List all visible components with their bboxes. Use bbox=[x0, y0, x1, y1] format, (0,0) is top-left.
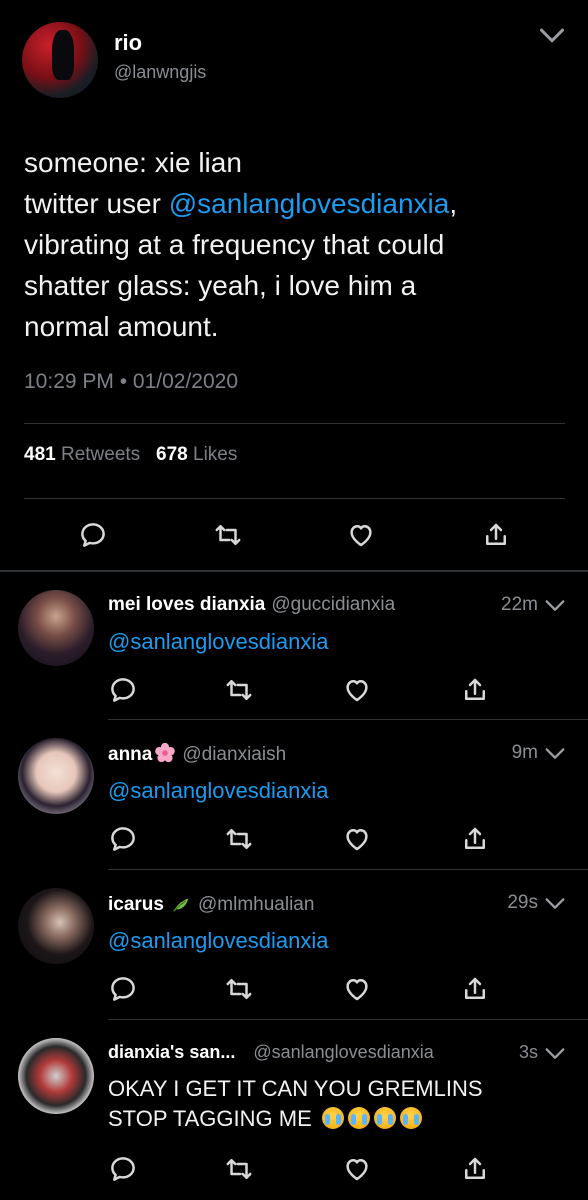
reply-author-name[interactable]: icarus bbox=[108, 894, 164, 915]
share-icon[interactable] bbox=[460, 675, 490, 705]
author-handle[interactable]: @lanwngjis bbox=[114, 62, 206, 83]
retweet-icon[interactable] bbox=[224, 974, 254, 1004]
loudly-crying-face-emoji bbox=[347, 1107, 370, 1129]
reply-text: @sanlanglovesdianxia bbox=[108, 776, 328, 806]
tweet-line-text: shatter glass: yeah, i love him a bbox=[24, 270, 417, 301]
reply-author-name[interactable]: dianxia's san... bbox=[108, 1042, 235, 1062]
like-icon[interactable] bbox=[342, 675, 372, 705]
retweets-count[interactable]: 481 bbox=[24, 444, 56, 465]
tweet-line: vibrating at a frequency that could bbox=[24, 224, 564, 265]
main-tweet: rio @lanwngjis someone: xie lian twitter… bbox=[0, 0, 588, 570]
reply-icon[interactable] bbox=[108, 974, 138, 1004]
reply-text-line-text: STOP TAGGING ME bbox=[108, 1106, 312, 1131]
chevron-down-icon[interactable] bbox=[544, 896, 566, 912]
like-icon[interactable] bbox=[342, 974, 372, 1004]
tweet-timestamp: 10:29 PM • 01/02/2020 bbox=[24, 370, 239, 393]
reply-author-name[interactable]: anna bbox=[108, 744, 152, 765]
likes-label[interactable]: Likes bbox=[193, 444, 237, 465]
cherry-blossom-icon bbox=[155, 742, 176, 763]
reply-actions bbox=[0, 824, 588, 854]
share-icon[interactable] bbox=[460, 824, 490, 854]
like-icon[interactable] bbox=[342, 1154, 372, 1184]
loudly-crying-face-emoji bbox=[321, 1107, 344, 1129]
tweet-line-text: vibrating at a frequency that could bbox=[24, 229, 445, 260]
mention-link[interactable]: @sanlanglovesdianxia bbox=[169, 188, 450, 219]
mention-link[interactable]: @sanlanglovesdianxia bbox=[108, 928, 328, 953]
retweets-label[interactable]: Retweets bbox=[61, 444, 140, 465]
tweet-text: someone: xie lian twitter user @sanlangl… bbox=[24, 142, 564, 347]
reply-text-line: STOP TAGGING ME bbox=[108, 1104, 568, 1134]
herb-leaf-icon bbox=[173, 898, 189, 912]
tweet-line: someone: xie lian bbox=[24, 142, 564, 183]
reply-tweet[interactable]: icarus @mlmhualian 29s @sanlanglovesdianx… bbox=[0, 870, 588, 1020]
tweet-line: shatter glass: yeah, i love him a bbox=[24, 265, 564, 306]
tweet-actions bbox=[0, 520, 588, 550]
likes-count[interactable]: 678 bbox=[156, 444, 188, 465]
tweet-line-text: , bbox=[449, 188, 458, 219]
reply-author-name[interactable]: mei loves dianxia bbox=[108, 594, 265, 615]
reply-text: @sanlanglovesdianxia bbox=[108, 627, 328, 657]
avatar[interactable] bbox=[22, 22, 98, 98]
like-icon[interactable] bbox=[342, 824, 372, 854]
divider bbox=[24, 498, 565, 499]
mention-link[interactable]: @sanlanglovesdianxia bbox=[108, 629, 328, 654]
avatar[interactable] bbox=[18, 738, 94, 814]
avatar[interactable] bbox=[18, 888, 94, 964]
reply-author-handle[interactable]: @guccidianxia bbox=[271, 594, 395, 615]
reply-time: 29s bbox=[507, 892, 538, 913]
retweet-icon[interactable] bbox=[224, 824, 254, 854]
avatar[interactable] bbox=[18, 1038, 94, 1114]
share-icon[interactable] bbox=[460, 1154, 490, 1184]
share-icon[interactable] bbox=[481, 520, 511, 550]
tweet-stats: 481 Retweets 678 Likes bbox=[24, 444, 237, 466]
reply-icon[interactable] bbox=[78, 520, 108, 550]
retweet-icon[interactable] bbox=[224, 1154, 254, 1184]
reply-header: anna @dianxiaish bbox=[108, 742, 286, 766]
divider bbox=[24, 423, 565, 424]
reply-icon[interactable] bbox=[108, 675, 138, 705]
tweet-line: normal amount. bbox=[24, 306, 564, 347]
loudly-crying-face-emoji bbox=[399, 1107, 422, 1129]
reply-text: OKAY I GET IT CAN YOU GREMLINS STOP TAGG… bbox=[108, 1074, 568, 1134]
reply-actions bbox=[0, 675, 588, 705]
chevron-down-icon[interactable] bbox=[538, 26, 566, 46]
reply-icon[interactable] bbox=[108, 1154, 138, 1184]
chevron-down-icon[interactable] bbox=[544, 1046, 566, 1062]
reply-tweet[interactable]: dianxia's san... @sanlanglovesdianxia 3s … bbox=[0, 1020, 588, 1200]
loudly-crying-face-emoji bbox=[373, 1107, 396, 1129]
chevron-down-icon[interactable] bbox=[544, 598, 566, 614]
reply-author-handle[interactable]: @sanlanglovesdianxia bbox=[253, 1042, 433, 1062]
retweet-icon[interactable] bbox=[224, 675, 254, 705]
chevron-down-icon[interactable] bbox=[544, 746, 566, 762]
tweet-line-text: someone: xie lian bbox=[24, 147, 242, 178]
author-name[interactable]: rio bbox=[114, 30, 142, 56]
reply-time: 22m bbox=[501, 594, 538, 615]
reply-time: 3s bbox=[518, 1042, 538, 1062]
share-icon[interactable] bbox=[460, 974, 490, 1004]
reply-text-line: OKAY I GET IT CAN YOU GREMLINS bbox=[108, 1076, 483, 1101]
reply-tweet[interactable]: mei loves dianxia @guccidianxia 22m @sanl… bbox=[0, 572, 588, 720]
tweet-line-text: twitter user bbox=[24, 188, 169, 219]
reply-header: icarus @mlmhualian bbox=[108, 892, 314, 916]
reply-header: dianxia's san... @sanlanglovesdianxia bbox=[108, 1042, 434, 1063]
like-icon[interactable] bbox=[346, 520, 376, 550]
reply-text: @sanlanglovesdianxia bbox=[108, 926, 328, 956]
tweet-line: twitter user @sanlanglovesdianxia, bbox=[24, 183, 564, 224]
reply-author-handle[interactable]: @mlmhualian bbox=[198, 894, 314, 915]
reply-time: 9m bbox=[511, 742, 538, 763]
reply-tweet[interactable]: anna @dianxiaish 9m @sanlanglovesdianxia bbox=[0, 720, 588, 870]
reply-header: mei loves dianxia @guccidianxia bbox=[108, 594, 395, 616]
reply-icon[interactable] bbox=[108, 824, 138, 854]
reply-actions bbox=[0, 1154, 588, 1184]
tweet-line-text: normal amount. bbox=[24, 311, 219, 342]
avatar[interactable] bbox=[18, 590, 94, 666]
reply-actions bbox=[0, 974, 588, 1004]
reply-author-handle[interactable]: @dianxiaish bbox=[182, 744, 286, 765]
mention-link[interactable]: @sanlanglovesdianxia bbox=[108, 778, 328, 803]
retweet-icon[interactable] bbox=[213, 520, 243, 550]
